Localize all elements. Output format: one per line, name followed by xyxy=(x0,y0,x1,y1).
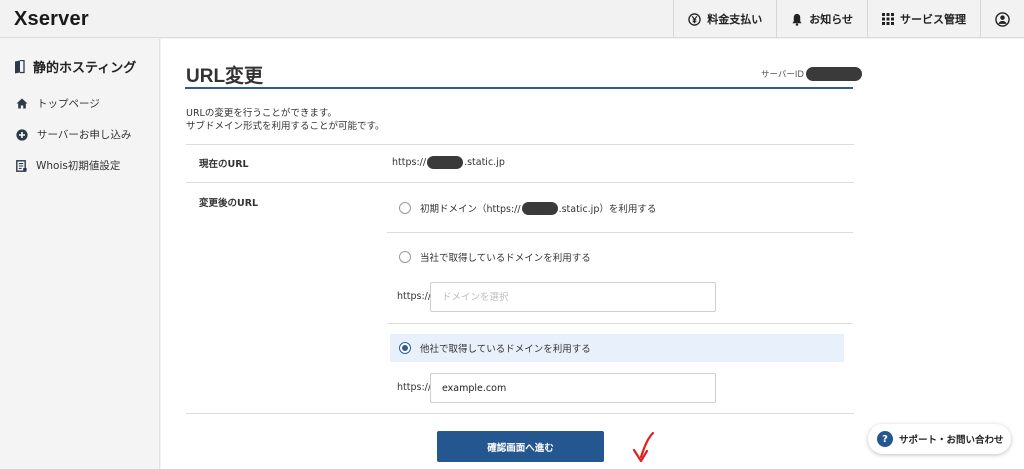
page-title: URL変更 xyxy=(186,66,264,87)
description-line: URLの変更を行うことができます。 xyxy=(186,108,337,119)
header-nav-notices[interactable]: お知らせ xyxy=(776,0,867,38)
other-domain-input[interactable] xyxy=(430,373,716,403)
help-icon: ? xyxy=(877,431,893,447)
annotation-arrow-icon xyxy=(632,431,655,463)
sidebar-item-label: トップページ xyxy=(37,98,100,110)
title-underline xyxy=(185,87,853,89)
yen-icon xyxy=(688,12,701,26)
divider xyxy=(186,413,854,414)
current-url-suffix: .static.jp xyxy=(464,157,505,168)
option-divider xyxy=(387,232,853,233)
option-default-domain-text: 初期ドメイン（https:// .static.jp）を利用する xyxy=(420,201,656,215)
own-domain-select[interactable] xyxy=(430,282,716,312)
header-nav: 料金支払い お知らせ サービス管理 xyxy=(673,0,1024,38)
server-id: サーバーID xyxy=(761,67,862,81)
xserver-logo[interactable]: Xserver xyxy=(14,8,89,31)
confirm-button[interactable]: 確認画面へ進む xyxy=(437,431,604,462)
home-icon xyxy=(16,98,28,109)
current-url-prefix: https:// xyxy=(392,157,427,168)
user-menu-button[interactable] xyxy=(980,0,1024,38)
bell-icon xyxy=(792,13,802,26)
own-domain-prefix: https:// xyxy=(397,291,432,302)
option-other-domain[interactable]: 他社で取得しているドメインを利用する xyxy=(390,334,844,362)
option-suffix: .static.jp）を利用する xyxy=(558,204,657,215)
main-content: URL変更 サーバーID URLの変更を行うことができます。 サブドメイン形式を… xyxy=(161,39,1024,469)
other-domain-prefix: https:// xyxy=(397,382,432,393)
top-header: Xserver 料金支払い お知らせ サービス管理 xyxy=(0,0,1024,38)
sidebar-title: 静的ホスティング xyxy=(14,57,136,76)
user-icon xyxy=(995,11,1010,27)
current-url-value: https:// .static.jp xyxy=(392,156,505,169)
page-description: URLの変更を行うことができます。 サブドメイン形式を利用することが可能です。 xyxy=(186,107,385,133)
option-other-domain-label: 他社で取得しているドメインを利用する xyxy=(420,344,591,355)
document-icon xyxy=(16,159,27,172)
divider xyxy=(186,144,854,145)
header-nav-payment-label: 料金支払い xyxy=(707,13,763,26)
sidebar-item-label: Whois初期値設定 xyxy=(36,160,121,172)
header-nav-service-manage-label: サービス管理 xyxy=(900,13,966,26)
sidebar-title-label: 静的ホスティング xyxy=(33,61,137,76)
option-own-domain[interactable]: 当社で取得しているドメインを利用する xyxy=(393,243,843,271)
option-own-domain-label: 当社で取得しているドメインを利用する xyxy=(420,253,591,264)
divider xyxy=(186,182,854,183)
header-nav-payment[interactable]: 料金支払い xyxy=(673,0,776,38)
option-divider xyxy=(387,323,853,324)
server-id-label: サーバーID xyxy=(761,70,804,80)
header-nav-notices-label: お知らせ xyxy=(809,13,853,26)
new-url-label: 変更後のURL xyxy=(199,198,259,209)
sidebar-item-label: サーバーお申し込み xyxy=(37,129,132,141)
sidebar-item-top-page[interactable]: トップページ xyxy=(16,96,100,111)
redacted-subdomain xyxy=(427,156,464,169)
redacted-subdomain xyxy=(521,201,558,215)
support-label: サポート・お問い合わせ xyxy=(899,435,1004,446)
sidebar-item-server-apply[interactable]: サーバーお申し込み xyxy=(16,127,131,142)
sidebar: 静的ホスティング トップページ サーバーお申し込み Whois初期値設定 xyxy=(0,39,160,469)
radio-other-domain[interactable] xyxy=(399,342,411,354)
current-url-label: 現在のURL xyxy=(199,159,249,170)
radio-own-domain[interactable] xyxy=(399,251,411,263)
option-default-domain[interactable]: 初期ドメイン（https:// .static.jp）を利用する xyxy=(393,194,843,222)
grid-icon xyxy=(882,13,894,25)
option-prefix: 初期ドメイン（https:// xyxy=(420,204,521,215)
support-contact-button[interactable]: ? サポート・お問い合わせ xyxy=(868,424,1011,454)
redacted-server-id xyxy=(805,67,862,81)
sidebar-item-whois[interactable]: Whois初期値設定 xyxy=(16,158,120,173)
description-line: サブドメイン形式を利用することが可能です。 xyxy=(186,121,385,132)
radio-default-domain[interactable] xyxy=(399,202,411,214)
book-icon xyxy=(15,59,25,73)
header-nav-service-manage[interactable]: サービス管理 xyxy=(867,0,980,38)
plus-circle-icon xyxy=(16,128,28,141)
